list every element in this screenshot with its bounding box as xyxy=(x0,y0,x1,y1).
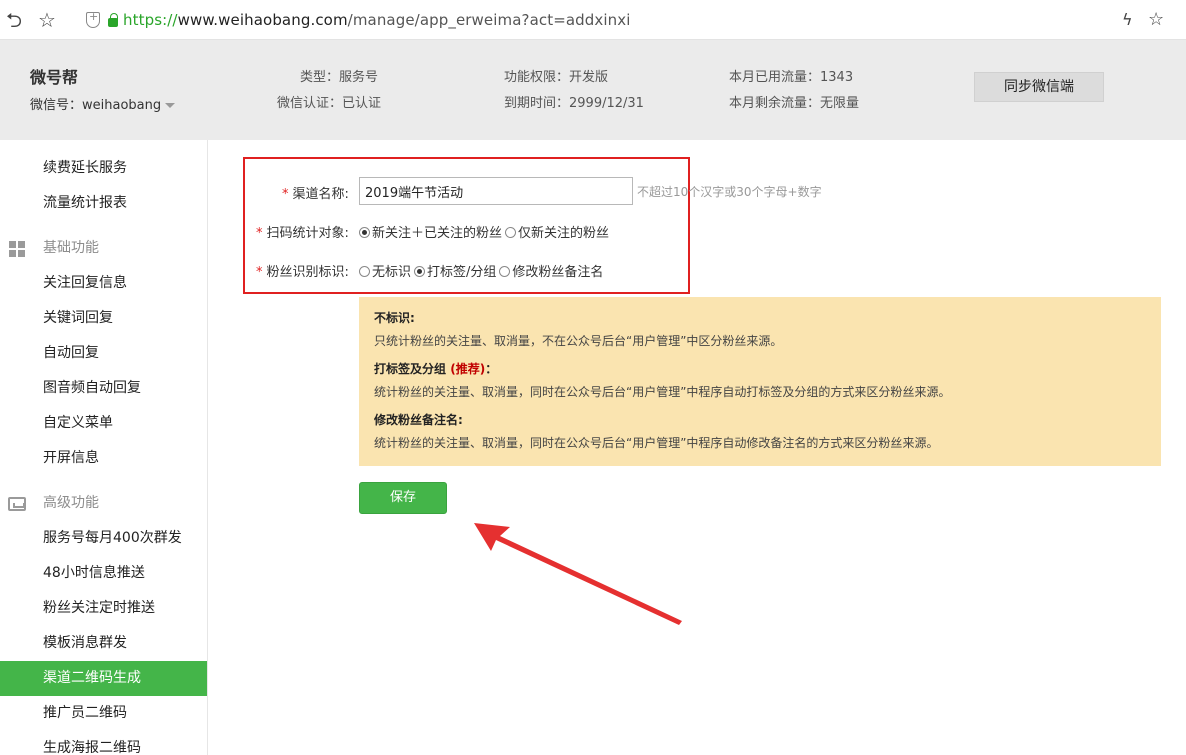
note-desc-none: 只统计粉丝的关注量、取消量，不在公众号后台“用户管理”中区分粉丝来源。 xyxy=(374,334,783,348)
sidebar-group-basic: 基础功能 xyxy=(0,231,207,266)
sidebar-item-flow-report[interactable]: 流量统计报表 xyxy=(0,186,207,221)
radio-unchecked-icon xyxy=(499,266,511,277)
radio-checked-icon xyxy=(359,227,370,238)
fans-id-label: * 粉丝识别标识: xyxy=(256,265,349,280)
fans-id-options: 无标识 打标签/分组 修改粉丝备注名 xyxy=(359,261,606,280)
channel-name-hint: 不超过10个汉字或30个字母+数字 xyxy=(637,185,822,199)
sidebar-item-poster-qrcode[interactable]: 生成海报二维码 xyxy=(0,731,207,755)
sidebar-item-keyword-reply[interactable]: 关键词回复 xyxy=(0,301,207,336)
note-title-tag: 打标签及分组 (推荐)： xyxy=(374,362,498,376)
remain-flow: 本月剩余流量：无限量 xyxy=(729,96,860,111)
sidebar-item-timed-push[interactable]: 粉丝关注定时推送 xyxy=(0,591,207,626)
caret-down-icon xyxy=(165,103,176,108)
address-bar[interactable]: https://www.weihaobang.com/manage/app_er… xyxy=(86,8,631,32)
sidebar-item-channel-qrcode[interactable]: 渠道二维码生成 xyxy=(0,661,207,696)
scan-option-all[interactable]: 新关注＋已关注的粉丝 xyxy=(359,222,502,241)
sidebar-item-follow-reply[interactable]: 关注回复信息 xyxy=(0,266,207,301)
lightning-icon[interactable]: ϟ xyxy=(1122,8,1133,32)
note-desc-remark: 统计粉丝的关注量、取消量，同时在公众号后台“用户管理”中程序自动修改备注名的方式… xyxy=(374,436,939,450)
note-desc-tag: 统计粉丝的关注量、取消量，同时在公众号后台“用户管理”中程序自动打标签及分组的方… xyxy=(374,385,951,399)
sidebar-group-advanced: 高级功能 xyxy=(0,486,207,521)
scan-option-new[interactable]: 仅新关注的粉丝 xyxy=(505,222,609,241)
sync-wechat-button[interactable]: 同步微信端 xyxy=(974,72,1104,102)
fans-option-none[interactable]: 无标识 xyxy=(359,261,411,280)
scan-target-options: 新关注＋已关注的粉丝 仅新关注的粉丝 xyxy=(359,222,612,241)
back-icon[interactable]: ⮌ xyxy=(6,8,22,32)
radio-unchecked-icon xyxy=(505,227,517,238)
favorite-star-icon[interactable]: ☆ xyxy=(1148,8,1164,32)
channel-name-label: * 渠道名称: xyxy=(282,187,349,202)
sidebar-item-template-msg[interactable]: 模板消息群发 xyxy=(0,626,207,661)
annotation-arrow-icon xyxy=(474,523,682,625)
note-title-none: 不标识: xyxy=(374,311,415,325)
sidebar-item-auto-reply[interactable]: 自动回复 xyxy=(0,336,207,371)
sidebar: 续费延长服务 流量统计报表 基础功能 关注回复信息 关键词回复 自动回复 图音频… xyxy=(0,140,208,755)
account-type: 类型：服务号 xyxy=(300,70,379,85)
save-button[interactable]: 保存 xyxy=(359,482,447,514)
account-header: 微号帮 微信号：weihaobang 类型：服务号 微信认证：已认证 功能权限：… xyxy=(0,40,1186,140)
scan-target-label: * 扫码统计对象: xyxy=(256,226,349,241)
shield-icon xyxy=(86,10,100,28)
channel-name-input[interactable] xyxy=(359,177,633,205)
brand-name: 微号帮 xyxy=(30,68,79,87)
verify-status: 微信认证：已认证 xyxy=(277,96,382,111)
radio-unchecked-icon xyxy=(359,266,370,277)
url-text: https://www.weihaobang.com/manage/app_er… xyxy=(123,11,631,29)
account-dropdown[interactable]: 微信号：weihaobang xyxy=(30,94,176,113)
sidebar-item-media-reply[interactable]: 图音频自动回复 xyxy=(0,371,207,406)
fans-option-remark[interactable]: 修改粉丝备注名 xyxy=(499,261,603,280)
used-flow: 本月已用流量：1343 xyxy=(729,70,854,85)
bookmark-star-icon[interactable]: ☆ xyxy=(38,8,56,32)
sidebar-item-custom-menu[interactable]: 自定义菜单 xyxy=(0,406,207,441)
inbox-icon xyxy=(8,497,26,511)
note-title-remark: 修改粉丝备注名: xyxy=(374,413,463,427)
sidebar-item-48h-push[interactable]: 48小时信息推送 xyxy=(0,556,207,591)
sidebar-item-mass-send[interactable]: 服务号每月400次群发 xyxy=(0,521,207,556)
sidebar-item-promoter-qrcode[interactable]: 推广员二维码 xyxy=(0,696,207,731)
expire-date: 到期时间：2999/12/31 xyxy=(504,96,644,111)
browser-toolbar: ⮌ ☆ https://www.weihaobang.com/manage/ap… xyxy=(0,0,1186,40)
fans-option-tag[interactable]: 打标签/分组 xyxy=(414,261,496,280)
sidebar-item-renew[interactable]: 续费延长服务 xyxy=(0,151,207,186)
lock-icon xyxy=(108,12,118,27)
grid-icon xyxy=(9,241,25,257)
help-note: 不标识: 只统计粉丝的关注量、取消量，不在公众号后台“用户管理”中区分粉丝来源。… xyxy=(359,297,1161,466)
permission-level: 功能权限：开发版 xyxy=(504,70,609,85)
sidebar-item-splash[interactable]: 开屏信息 xyxy=(0,441,207,476)
radio-checked-icon xyxy=(414,266,426,277)
